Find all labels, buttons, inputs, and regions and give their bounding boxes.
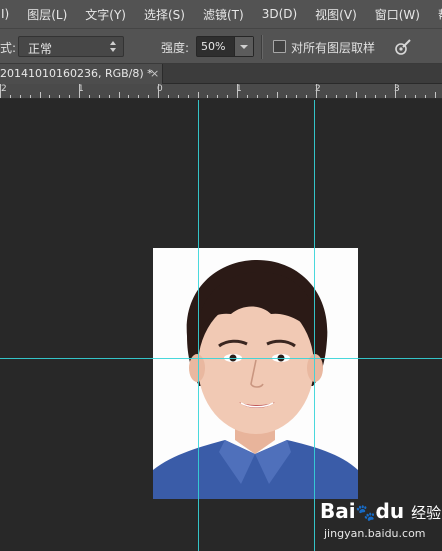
portrait-photo — [153, 248, 358, 499]
menu-item-view[interactable]: 视图(V) — [315, 6, 357, 23]
ruler-tick — [395, 84, 396, 98]
mode-label: 式: — [0, 41, 17, 55]
ruler-tick — [356, 92, 357, 98]
ruler-tick — [227, 95, 228, 98]
menu-item-help[interactable]: 帮助 — [438, 6, 442, 23]
ruler-tick — [138, 95, 139, 98]
document-tab[interactable]: 20141010160236, RGB/8) * × — [0, 64, 163, 84]
chevron-down-icon[interactable] — [234, 37, 253, 56]
strength-input[interactable]: 50% — [196, 36, 254, 57]
ruler-tick — [128, 95, 129, 98]
vertical-guide[interactable] — [314, 100, 315, 551]
ruler-tick — [385, 95, 386, 98]
watermark-suffix: 经验 — [411, 504, 442, 522]
ruler-tick — [99, 95, 100, 98]
ruler-tick — [119, 92, 120, 98]
ruler-tick — [277, 92, 278, 98]
ruler-tick — [49, 95, 50, 98]
horizontal-ruler[interactable]: 2 1 0 1 2 3 — [0, 84, 442, 99]
ruler-tick — [267, 95, 268, 98]
ruler-tick — [198, 92, 199, 98]
watermark-text-bai: Bai — [320, 499, 356, 523]
menu-item-filter[interactable]: 滤镜(T) — [203, 6, 244, 23]
ruler-tick — [237, 84, 238, 98]
menu-item-layer[interactable]: 图层(L) — [27, 6, 67, 23]
close-icon[interactable]: × — [150, 67, 159, 80]
pressure-brush-icon[interactable] — [393, 37, 413, 57]
ruler-tick — [286, 95, 287, 98]
menu-item-partial[interactable]: I) — [1, 7, 9, 21]
ruler-tick — [257, 95, 258, 98]
ruler-tick — [178, 95, 179, 98]
ruler-tick — [0, 84, 1, 98]
ruler-tick — [435, 92, 436, 98]
strength-label: 强度: — [161, 41, 190, 55]
menu-item-window[interactable]: 窗口(W) — [375, 6, 420, 23]
menu-item-type[interactable]: 文字(Y) — [85, 6, 126, 23]
document-tab-title: 20141010160236, RGB/8) * — [0, 67, 153, 80]
vertical-guide[interactable] — [198, 100, 199, 551]
ruler-tick — [148, 95, 149, 98]
ruler-tick — [207, 95, 208, 98]
tool-options-bar: 式: 正常 强度: 50% 对所有图层取样 — [0, 28, 442, 64]
ruler-tick — [405, 95, 406, 98]
ruler-tick — [316, 84, 317, 98]
ruler-tick — [415, 95, 416, 98]
ruler-tick — [296, 95, 297, 98]
ruler-tick — [365, 95, 366, 98]
ruler-tick — [247, 95, 248, 98]
watermark-text-du: du — [375, 499, 405, 523]
mode-select-value: 正常 — [28, 42, 53, 56]
document-canvas[interactable]: Bai🐾du 经验 jingyan.baidu.com — [0, 100, 442, 551]
baidu-jingyan-watermark: Bai🐾du 经验 — [320, 499, 441, 523]
ruler-tick — [109, 95, 110, 98]
horizontal-guide[interactable] — [0, 358, 442, 359]
menu-item-select[interactable]: 选择(S) — [144, 6, 185, 23]
ruler-tick — [89, 95, 90, 98]
ruler-tick — [59, 95, 60, 98]
ruler-tick — [425, 95, 426, 98]
mode-select[interactable]: 正常 — [18, 36, 124, 57]
strength-value: 50% — [201, 40, 226, 53]
ruler-tick — [188, 95, 189, 98]
menu-bar: I) 图层(L) 文字(Y) 选择(S) 滤镜(T) 3D(D) 视图(V) 窗… — [0, 0, 442, 28]
paw-icon: 🐾 — [355, 503, 376, 522]
ruler-tick — [217, 95, 218, 98]
ruler-tick — [168, 95, 169, 98]
sample-all-layers-label: 对所有图层取样 — [291, 41, 376, 55]
ruler-tick — [79, 84, 80, 98]
ruler-tick — [40, 92, 41, 98]
options-divider — [261, 35, 262, 59]
sample-all-layers-checkbox[interactable] — [273, 40, 286, 53]
ruler-tick — [375, 95, 376, 98]
ruler-tick — [336, 95, 337, 98]
ruler-tick — [30, 95, 31, 98]
updown-arrows-icon — [110, 41, 118, 53]
ruler-tick — [20, 95, 21, 98]
ruler-tick — [158, 84, 159, 98]
ruler-tick — [326, 95, 327, 98]
watermark-url: jingyan.baidu.com — [324, 527, 426, 540]
ruler-tick — [306, 95, 307, 98]
ruler-label: 2 — [1, 84, 7, 94]
menu-item-3d[interactable]: 3D(D) — [262, 7, 297, 21]
document-tab-bar: 20141010160236, RGB/8) * × — [0, 64, 442, 84]
ruler-tick — [10, 95, 11, 98]
ruler-tick — [69, 95, 70, 98]
ruler-tick — [346, 95, 347, 98]
